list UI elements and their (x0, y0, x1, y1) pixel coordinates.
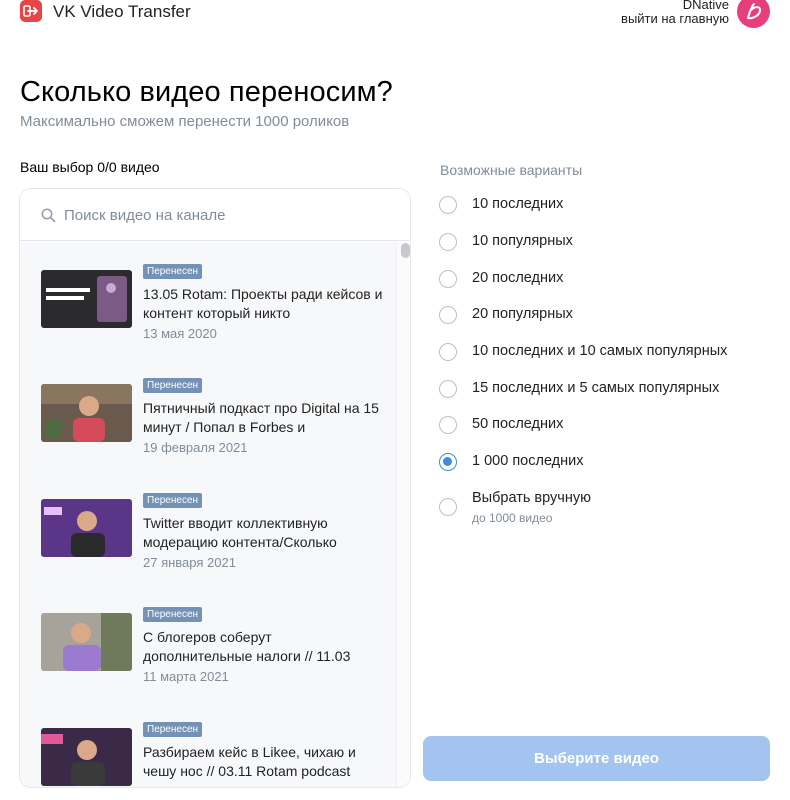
radio-button[interactable] (439, 343, 457, 361)
status-badge: Перенесен (143, 378, 203, 393)
video-title: С блогеров соберут дополнительные налоги… (143, 629, 351, 664)
logout-link[interactable]: выйти на главную (621, 11, 729, 26)
option-50-latest[interactable]: 50 последних (438, 412, 778, 438)
video-thumbnail (41, 613, 132, 671)
scrollbar[interactable] (396, 242, 410, 787)
dnative-logo-icon (747, 3, 762, 20)
scrollbar-thumb[interactable] (401, 243, 410, 258)
option-label: 10 последних (472, 196, 564, 212)
list-item[interactable]: Перенесен Пятничный подкаст про Digital … (20, 356, 395, 466)
status-badge: Перенесен (143, 264, 203, 279)
app-title: VK Video Transfer (53, 2, 191, 21)
search-icon (41, 208, 56, 223)
selection-count: Ваш выбор 0/0 видео (20, 159, 160, 175)
option-label: 1 000 последних (472, 453, 584, 469)
option-20-latest[interactable]: 20 последних (438, 266, 778, 292)
radio-button[interactable] (439, 196, 457, 214)
status-badge: Перенесен (143, 722, 203, 737)
option-1000-latest[interactable]: 1 000 последних (438, 449, 778, 475)
status-badge: Перенесен (143, 493, 203, 508)
list-item[interactable]: Перенесен 13.05 Rotam: Проекты ради кейс… (20, 242, 395, 352)
page-title: Сколько видео переносим? (20, 76, 393, 108)
radio-button[interactable] (439, 416, 457, 434)
video-thumbnail-image (41, 728, 132, 786)
page-subtitle: Максимально сможем перенести 1000 ролико… (20, 113, 350, 130)
video-thumbnail (41, 270, 132, 328)
video-thumbnail (41, 499, 132, 557)
radio-button[interactable] (439, 380, 457, 398)
select-video-button[interactable]: Выберите видео (423, 736, 770, 781)
avatar[interactable] (737, 0, 770, 28)
option-label: 10 последних и 10 самых популярных (472, 343, 728, 359)
option-label: 10 популярных (472, 233, 573, 249)
video-date: 11 марта 2021 (143, 669, 229, 684)
option-10-popular[interactable]: 10 популярных (438, 229, 778, 255)
status-badge: Перенесен (143, 607, 203, 622)
option-20-popular[interactable]: 20 популярных (438, 302, 778, 328)
radio-button[interactable] (439, 270, 457, 288)
transfer-arrow-icon[interactable] (20, 0, 42, 22)
video-date: 13 мая 2020 (143, 326, 217, 341)
video-thumbnail (41, 728, 132, 786)
video-thumbnail-image (41, 499, 132, 557)
radio-button[interactable] (439, 306, 457, 324)
list-item[interactable]: Перенесен Разбираем кейс в Likee, чихаю … (20, 700, 395, 787)
video-title: Пятничный подкаст про Digital на 15 мину… (143, 400, 379, 435)
video-date: 27 января 2021 (143, 555, 236, 570)
video-title: 13.05 Rotam: Проекты ради кейсов и конте… (143, 286, 383, 321)
option-label: 15 последних и 5 самых популярных (472, 380, 720, 396)
list-item[interactable]: Перенесен С блогеров соберут дополнитель… (20, 585, 395, 695)
option-10-latest[interactable]: 10 последних (438, 192, 778, 218)
radio-button[interactable] (439, 498, 457, 516)
radio-button[interactable] (439, 233, 457, 251)
option-label: 20 популярных (472, 306, 573, 322)
options-heading: Возможные варианты (440, 162, 583, 178)
video-thumbnail-image (41, 270, 132, 328)
video-title: Twitter вводит коллективную модерацию ко… (143, 515, 337, 550)
option-sublabel: до 1000 видео (472, 511, 553, 525)
option-manual[interactable]: Выбрать вручную до 1000 видео (438, 486, 778, 528)
search-input[interactable] (64, 203, 384, 227)
option-15-latest-5-popular[interactable]: 15 последних и 5 самых популярных (438, 376, 778, 402)
video-thumbnail-image (41, 384, 132, 442)
option-label: 50 последних (472, 416, 564, 432)
video-list-panel: Перенесен 13.05 Rotam: Проекты ради кейс… (19, 188, 411, 788)
video-title: Разбираем кейс в Likee, чихаю и чешу нос… (143, 744, 356, 779)
option-label: Выбрать вручную (472, 490, 591, 506)
list-item[interactable]: Перенесен Twitter вводит коллективную мо… (20, 471, 395, 581)
video-thumbnail-image (41, 613, 132, 671)
option-label: 20 последних (472, 270, 564, 286)
radio-button-selected[interactable] (439, 453, 457, 471)
video-date: 19 февраля 2021 (143, 440, 248, 455)
search-box (20, 189, 410, 241)
video-thumbnail (41, 384, 132, 442)
video-list[interactable]: Перенесен 13.05 Rotam: Проекты ради кейс… (20, 242, 410, 787)
option-10-latest-10-popular[interactable]: 10 последних и 10 самых популярных (438, 339, 778, 365)
app-header: VK Video Transfer DNative выйти на главн… (0, 0, 790, 30)
